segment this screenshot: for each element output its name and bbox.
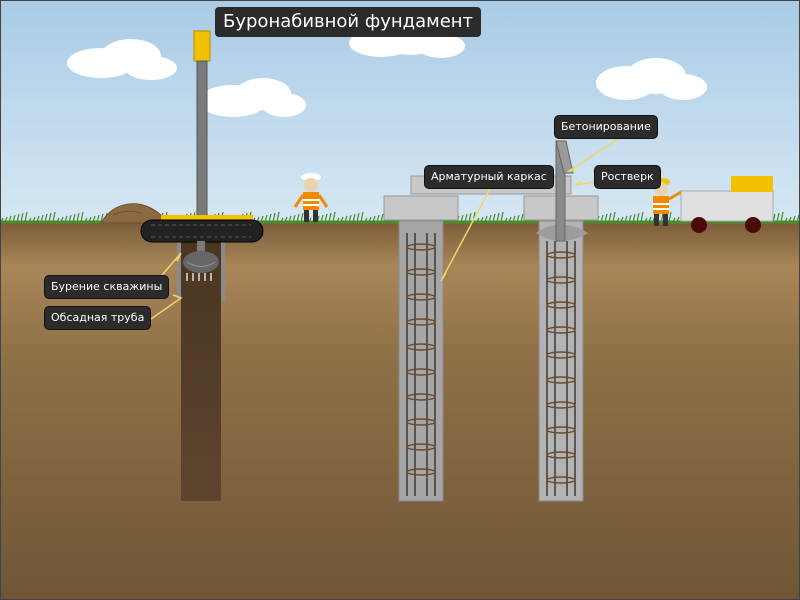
foundation-illustration — [1, 1, 799, 599]
drill-hole — [177, 241, 225, 501]
diagram-stage: Буронабивной фундамент Бурение скважины … — [0, 0, 800, 600]
rebar-cage-pile — [398, 220, 444, 502]
label-grillage: Ростверк — [595, 166, 660, 188]
label-casing: Обсадная труба — [45, 307, 151, 329]
diagram-title: Буронабивной фундамент — [215, 7, 482, 37]
label-drilling: Бурение скважины — [45, 276, 169, 298]
label-rebar-cage: Арматурный каркас — [425, 166, 553, 188]
label-concreting: Бетонирование — [555, 116, 657, 138]
